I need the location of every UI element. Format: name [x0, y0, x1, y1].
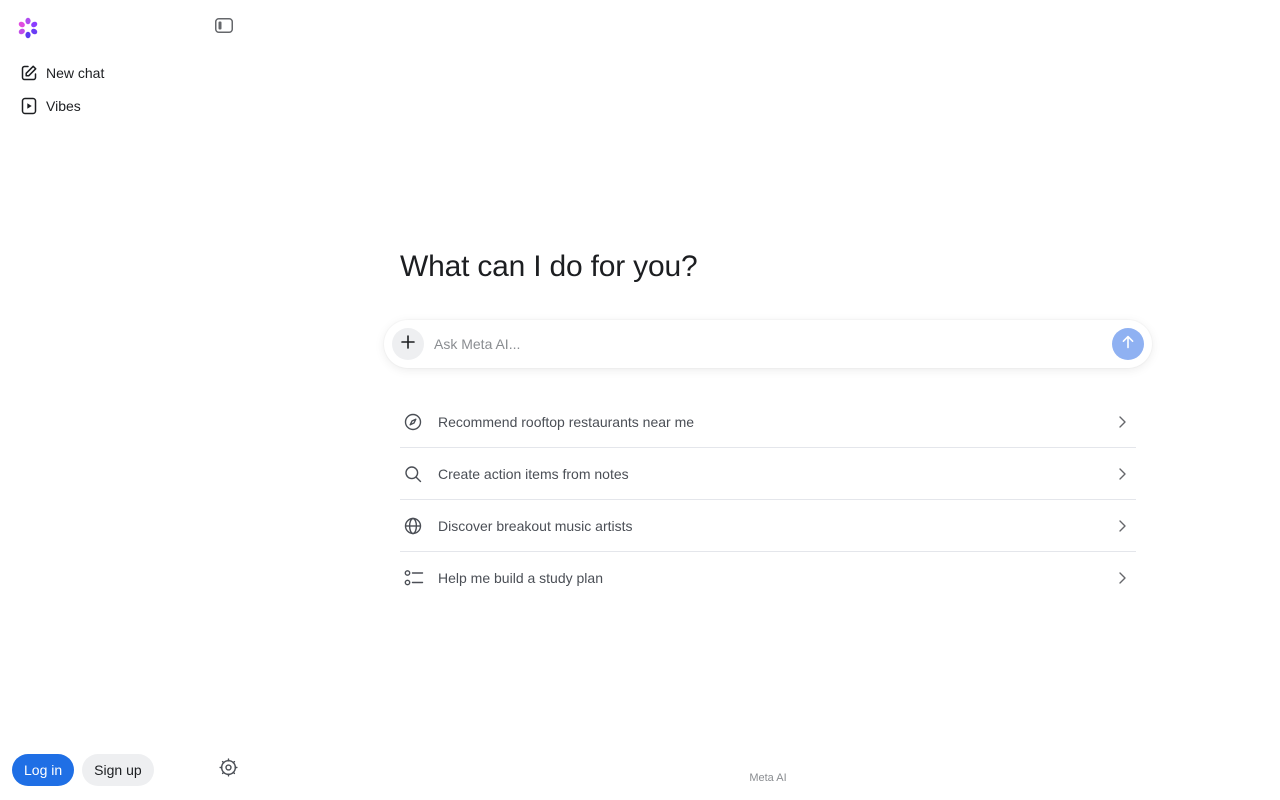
- suggestion-item[interactable]: Create action items from notes: [400, 448, 1136, 500]
- suggestion-list: Recommend rooftop restaurants near me Cr…: [400, 396, 1136, 604]
- meta-ai-logo-icon[interactable]: [16, 16, 40, 40]
- arrow-up-icon: [1120, 334, 1136, 355]
- plus-icon: [400, 334, 416, 355]
- sidebar-item-label: New chat: [46, 65, 105, 81]
- play-icon: [20, 97, 38, 115]
- suggestion-item[interactable]: Help me build a study plan: [400, 552, 1136, 604]
- sidebar-item-new-chat[interactable]: New chat: [12, 57, 236, 89]
- sidebar-item-vibes[interactable]: Vibes: [12, 90, 236, 122]
- suggestion-label: Create action items from notes: [438, 465, 629, 482]
- chevron-right-icon: [1112, 464, 1132, 484]
- chevron-right-icon: [1112, 516, 1132, 536]
- footer-label: Meta AI: [749, 772, 787, 784]
- search-icon: [400, 464, 428, 484]
- sidebar-toggle-icon: [215, 18, 233, 38]
- page-title: What can I do for you?: [400, 250, 698, 283]
- chat-input[interactable]: [434, 336, 1112, 352]
- suggestion-item[interactable]: Discover breakout music artists: [400, 500, 1136, 552]
- add-attachment-button[interactable]: [392, 328, 424, 360]
- chat-composer: [384, 320, 1152, 368]
- chevron-right-icon: [1112, 412, 1132, 432]
- send-button[interactable]: [1112, 328, 1144, 360]
- sidebar-nav: New chat Vibes: [12, 57, 236, 123]
- footer-brand: Meta AI: [0, 772, 1280, 784]
- list-icon: [400, 568, 428, 588]
- suggestion-label: Help me build a study plan: [438, 570, 603, 586]
- suggestion-item[interactable]: Recommend rooftop restaurants near me: [400, 396, 1136, 448]
- globe-icon: [400, 516, 428, 536]
- chevron-right-icon: [1112, 568, 1132, 588]
- compass-icon: [400, 412, 428, 432]
- suggestion-label: Recommend rooftop restaurants near me: [438, 413, 695, 430]
- sidebar: New chat Vibes Log in Sign up: [0, 0, 248, 800]
- sidebar-item-label: Vibes: [46, 98, 81, 114]
- edit-icon: [20, 64, 38, 82]
- suggestion-label: Discover breakout music artists: [438, 517, 633, 534]
- sidebar-toggle-button[interactable]: [212, 18, 236, 38]
- app-root: New chat Vibes Log in Sign up What can I…: [0, 0, 1280, 800]
